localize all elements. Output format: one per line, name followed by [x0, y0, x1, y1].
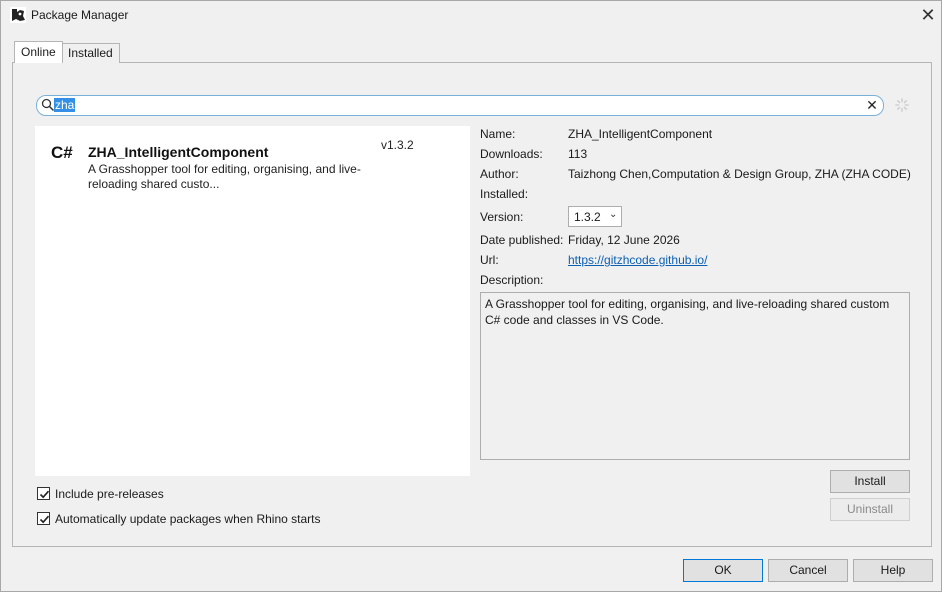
install-button[interactable]: Install	[830, 470, 910, 493]
name-label: Name:	[480, 127, 516, 141]
version-select-value: 1.3.2	[574, 210, 601, 224]
help-button[interactable]: Help	[853, 559, 933, 582]
uninstall-button[interactable]: Uninstall	[830, 498, 910, 521]
author-value: Taizhong Chen,Computation & Design Group…	[568, 167, 911, 181]
auto-update-checkbox[interactable]	[37, 512, 50, 525]
loading-spinner-icon	[895, 98, 909, 112]
window-title: Package Manager	[31, 8, 129, 22]
author-label: Author:	[480, 167, 519, 181]
downloads-label: Downloads:	[480, 147, 543, 161]
include-prereleases-label[interactable]: Include pre-releases	[55, 487, 164, 501]
chevron-down-icon: ⌄	[609, 209, 618, 220]
search-input[interactable]	[36, 95, 884, 116]
description-label: Description:	[480, 273, 544, 287]
include-prereleases-checkbox[interactable]	[37, 487, 50, 500]
package-description: A Grasshopper tool for editing, organisi…	[88, 162, 361, 191]
tab-online[interactable]: Online	[14, 41, 63, 63]
installed-label: Installed:	[480, 187, 529, 201]
date-published-value: Friday, 12 June 2026	[568, 233, 680, 247]
version-select[interactable]: 1.3.2 ⌄	[568, 206, 622, 227]
ok-button[interactable]: OK	[683, 559, 763, 582]
date-published-label: Date published:	[480, 233, 564, 247]
csharp-icon: C#	[51, 143, 73, 162]
tab-installed[interactable]: Installed	[61, 43, 120, 63]
package-version: v1.3.2	[381, 138, 414, 152]
description-text: A Grasshopper tool for editing, organisi…	[485, 297, 890, 327]
clear-search-icon[interactable]: ✕	[865, 98, 879, 112]
auto-update-label[interactable]: Automatically update packages when Rhino…	[55, 512, 320, 526]
close-icon[interactable]: ✕	[916, 4, 940, 26]
title-bar	[1, 1, 941, 31]
url-link[interactable]: https://gitzhcode.github.io/	[568, 253, 707, 267]
downloads-value: 113	[568, 147, 588, 161]
package-name[interactable]: ZHA_IntelligentComponent	[88, 144, 268, 160]
search-query[interactable]: zha	[54, 98, 76, 112]
search-icon	[41, 98, 55, 112]
rhino-app-icon	[10, 7, 26, 23]
name-value: ZHA_IntelligentComponent	[568, 127, 713, 141]
url-label: Url:	[480, 253, 499, 267]
version-label: Version:	[480, 210, 524, 224]
cancel-button[interactable]: Cancel	[768, 559, 848, 582]
